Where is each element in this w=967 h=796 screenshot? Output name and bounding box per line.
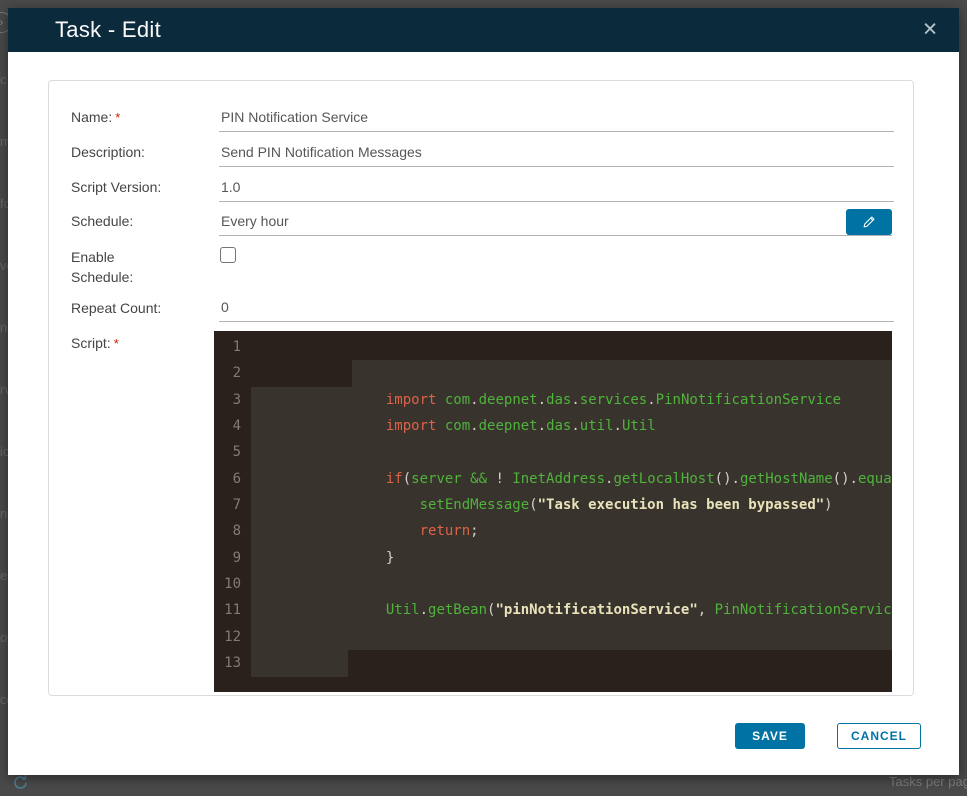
script-version-label: Script Version: — [71, 179, 162, 195]
script-editor[interactable]: 123 import com.deepnet.das.services.PinN… — [214, 331, 892, 692]
required-marker: * — [113, 336, 119, 351]
dialog-body: Name:* Description: Script Version: Sche… — [8, 52, 959, 775]
enable-schedule-label: Enable Schedule: — [71, 249, 134, 285]
repeat-count-label: Repeat Count: — [71, 300, 162, 316]
code-text: import com.deepnet.das.util.Util — [385, 417, 656, 434]
code-text: } — [385, 549, 395, 566]
cancel-button[interactable]: CANCEL — [837, 723, 921, 749]
enable-schedule-checkbox[interactable] — [220, 247, 236, 263]
edit-schedule-button[interactable] — [846, 209, 892, 235]
description-label: Description: — [71, 144, 145, 160]
schedule-input[interactable] — [219, 211, 892, 236]
line-number: 5 — [232, 444, 241, 461]
repeat-count-input[interactable] — [219, 297, 894, 322]
task-edit-dialog: Task - Edit ✕ Name:* Description: Script… — [8, 8, 959, 775]
code-text: Util.getBean("pinNotificationService", P… — [385, 602, 892, 619]
code-line: 6 if(server && ! InetAddress.getLocalHos… — [214, 466, 892, 492]
line-number: 1 — [232, 339, 241, 355]
code-line: 9 } — [214, 545, 892, 571]
pencil-icon — [862, 215, 876, 229]
code-line: 5 — [214, 439, 892, 465]
line-number: 8 — [232, 523, 241, 540]
code-text: return; — [419, 523, 479, 540]
script-label: Script: * — [71, 335, 119, 351]
close-icon[interactable]: ✕ — [922, 21, 938, 40]
code-line: 2 — [214, 360, 892, 386]
code-line: 4 import com.deepnet.das.util.Util — [214, 413, 892, 439]
background-fragment: n — [0, 506, 8, 521]
required-marker: * — [115, 110, 121, 125]
refresh-icon — [12, 774, 29, 796]
code-line: 8 return; — [214, 518, 892, 544]
line-number: 3 — [232, 391, 241, 408]
task-form-card: Name:* Description: Script Version: Sche… — [48, 80, 914, 696]
line-number: 10 — [224, 575, 241, 592]
save-button[interactable]: SAVE — [735, 723, 805, 749]
background-fragment: c — [0, 72, 7, 87]
script-editor-lines: 123 import com.deepnet.das.services.PinN… — [214, 334, 892, 676]
code-line: 10 — [214, 571, 892, 597]
script-version-input[interactable] — [219, 177, 894, 202]
code-line: 7 setEndMessage("Task execution has been… — [214, 492, 892, 518]
code-line: 11 Util.getBean("pinNotificationService"… — [214, 597, 892, 623]
line-number: 6 — [232, 470, 241, 487]
line-number: 2 — [232, 365, 241, 382]
schedule-label: Schedule: — [71, 213, 134, 229]
line-number: 9 — [232, 549, 241, 566]
code-text: if(server && ! InetAddress.getLocalHost(… — [385, 470, 892, 487]
code-text: import com.deepnet.das.services.PinNotif… — [385, 391, 842, 408]
line-number: 13 — [224, 654, 241, 671]
line-number: 11 — [224, 602, 241, 619]
tasks-per-page-label: Tasks per pag — [889, 774, 967, 789]
dialog-actions: SAVE CANCEL — [735, 723, 921, 749]
code-line: 1 — [214, 334, 892, 360]
dialog-header: Task - Edit ✕ — [8, 8, 959, 52]
code-text: setEndMessage("Task execution has been b… — [419, 496, 833, 513]
description-input[interactable] — [219, 142, 894, 167]
line-number: 7 — [232, 496, 241, 513]
name-label: Name: * — [71, 109, 121, 125]
line-number: 4 — [232, 417, 241, 434]
code-line: 12 — [214, 624, 892, 650]
background-fragment: n — [0, 320, 8, 335]
line-number: 12 — [224, 628, 241, 645]
code-line: 13 — [214, 650, 892, 676]
code-line: 3 import com.deepnet.das.services.PinNot… — [214, 387, 892, 413]
name-input[interactable] — [219, 107, 894, 132]
chevron-glyph: › — [0, 16, 4, 29]
dialog-title: Task - Edit — [55, 17, 161, 42]
